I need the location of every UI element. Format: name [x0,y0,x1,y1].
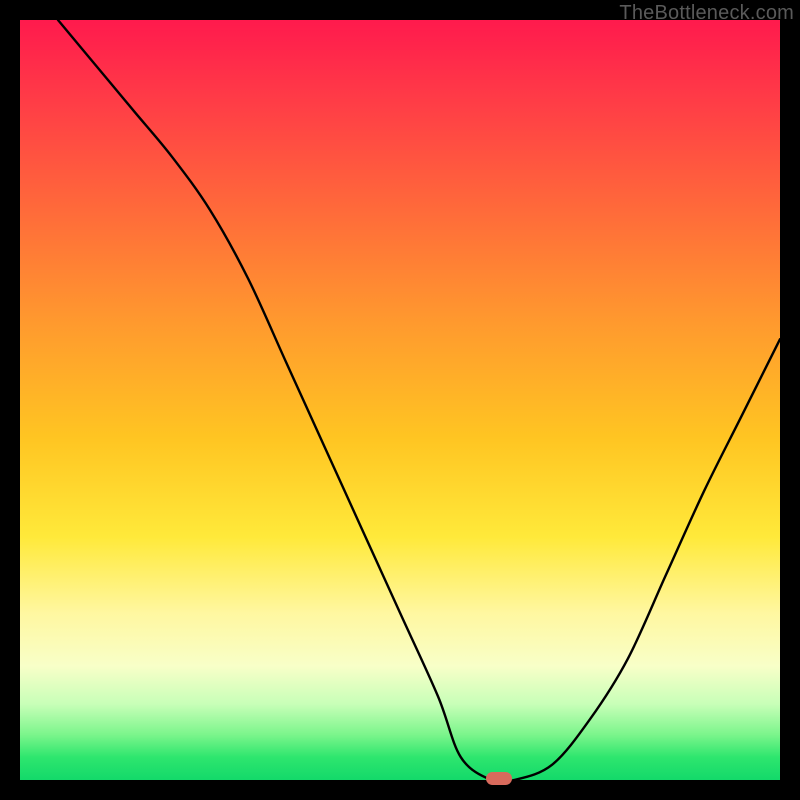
chart-frame: TheBottleneck.com [0,0,800,800]
bottleneck-curve [20,20,780,780]
watermark-text: TheBottleneck.com [619,2,794,25]
plot-area [20,20,780,780]
optimum-marker [486,772,512,785]
